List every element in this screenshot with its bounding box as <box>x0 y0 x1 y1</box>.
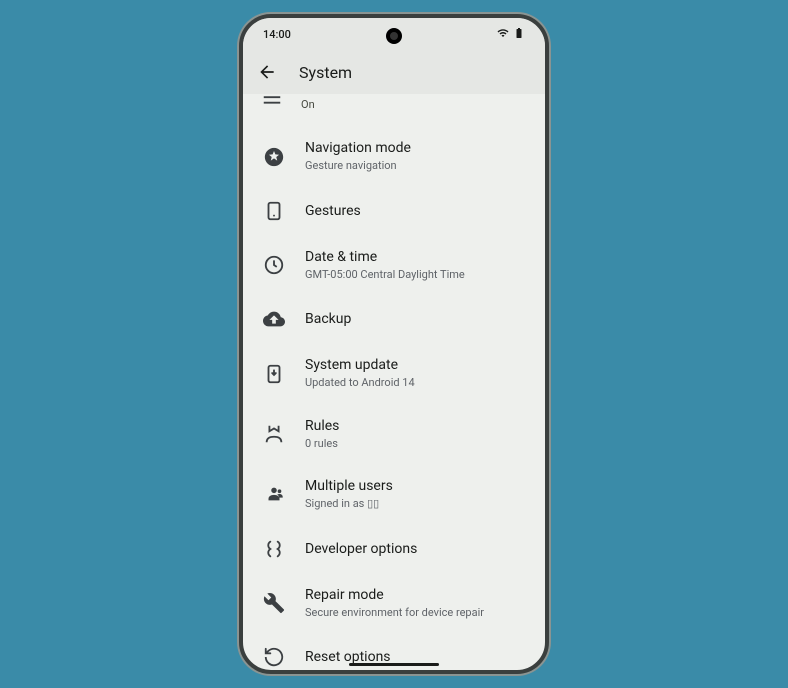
list-item-title: Date & time <box>305 248 525 266</box>
list-item-sub: Gesture navigation <box>305 159 525 173</box>
list-item-title: Developer options <box>305 540 525 558</box>
list-item-sub: On <box>301 98 525 112</box>
list-item-sub: GMT-05:00 Central Daylight Time <box>305 268 525 282</box>
list-item-sub: 0 rules <box>305 437 525 451</box>
system-update-icon <box>263 363 285 385</box>
gestures-icon <box>263 200 285 222</box>
list-item-title: Backup <box>305 310 525 328</box>
list-item-title: Rules <box>305 417 525 435</box>
list-item-sub: Signed in as ▯▯ <box>305 497 525 511</box>
rules-icon <box>263 423 285 445</box>
list-item-date-time[interactable]: Date & time GMT-05:00 Central Daylight T… <box>243 235 545 295</box>
camera-punch <box>386 28 402 44</box>
list-item-system-update[interactable]: System update Updated to Android 14 <box>243 343 545 403</box>
multiple-users-icon <box>263 483 285 505</box>
list-item-backup[interactable]: Backup <box>243 295 545 343</box>
reset-options-icon <box>263 646 285 668</box>
list-item-gestures[interactable]: Gestures <box>243 187 545 235</box>
list-item-sub: Updated to Android 14 <box>305 376 525 390</box>
clock-icon <box>263 254 285 276</box>
developer-options-icon <box>263 538 285 560</box>
settings-list[interactable]: On Navigation mode Gesture navigation Ge… <box>243 94 545 670</box>
list-item-title: Multiple users <box>305 477 525 495</box>
list-item-repair-mode[interactable]: Repair mode Secure environment for devic… <box>243 573 545 633</box>
repair-mode-icon <box>263 592 285 614</box>
battery-icon <box>513 27 525 42</box>
backup-icon <box>263 308 285 330</box>
header: System <box>243 50 545 94</box>
navigation-mode-icon <box>263 146 285 168</box>
gesture-nav-handle[interactable] <box>349 663 439 666</box>
list-item-title: Gestures <box>305 202 525 220</box>
list-item-title: Navigation mode <box>305 139 525 157</box>
list-item-sub: Secure environment for device repair <box>305 606 525 620</box>
list-item-partial[interactable]: On <box>243 94 545 126</box>
phone-frame: 14:00 System On Navigatio <box>239 14 549 674</box>
back-button[interactable] <box>257 62 277 82</box>
list-item-title: System update <box>305 356 525 374</box>
list-item-multiple-users[interactable]: Multiple users Signed in as ▯▯ <box>243 464 545 524</box>
list-item-title: Repair mode <box>305 586 525 604</box>
languages-icon <box>261 94 283 110</box>
status-time: 14:00 <box>263 28 291 41</box>
page-title: System <box>299 63 352 82</box>
status-indicators <box>497 27 525 42</box>
list-item-navigation-mode[interactable]: Navigation mode Gesture navigation <box>243 126 545 186</box>
wifi-icon <box>497 27 509 42</box>
list-item-rules[interactable]: Rules 0 rules <box>243 404 545 464</box>
list-item-developer-options[interactable]: Developer options <box>243 525 545 573</box>
